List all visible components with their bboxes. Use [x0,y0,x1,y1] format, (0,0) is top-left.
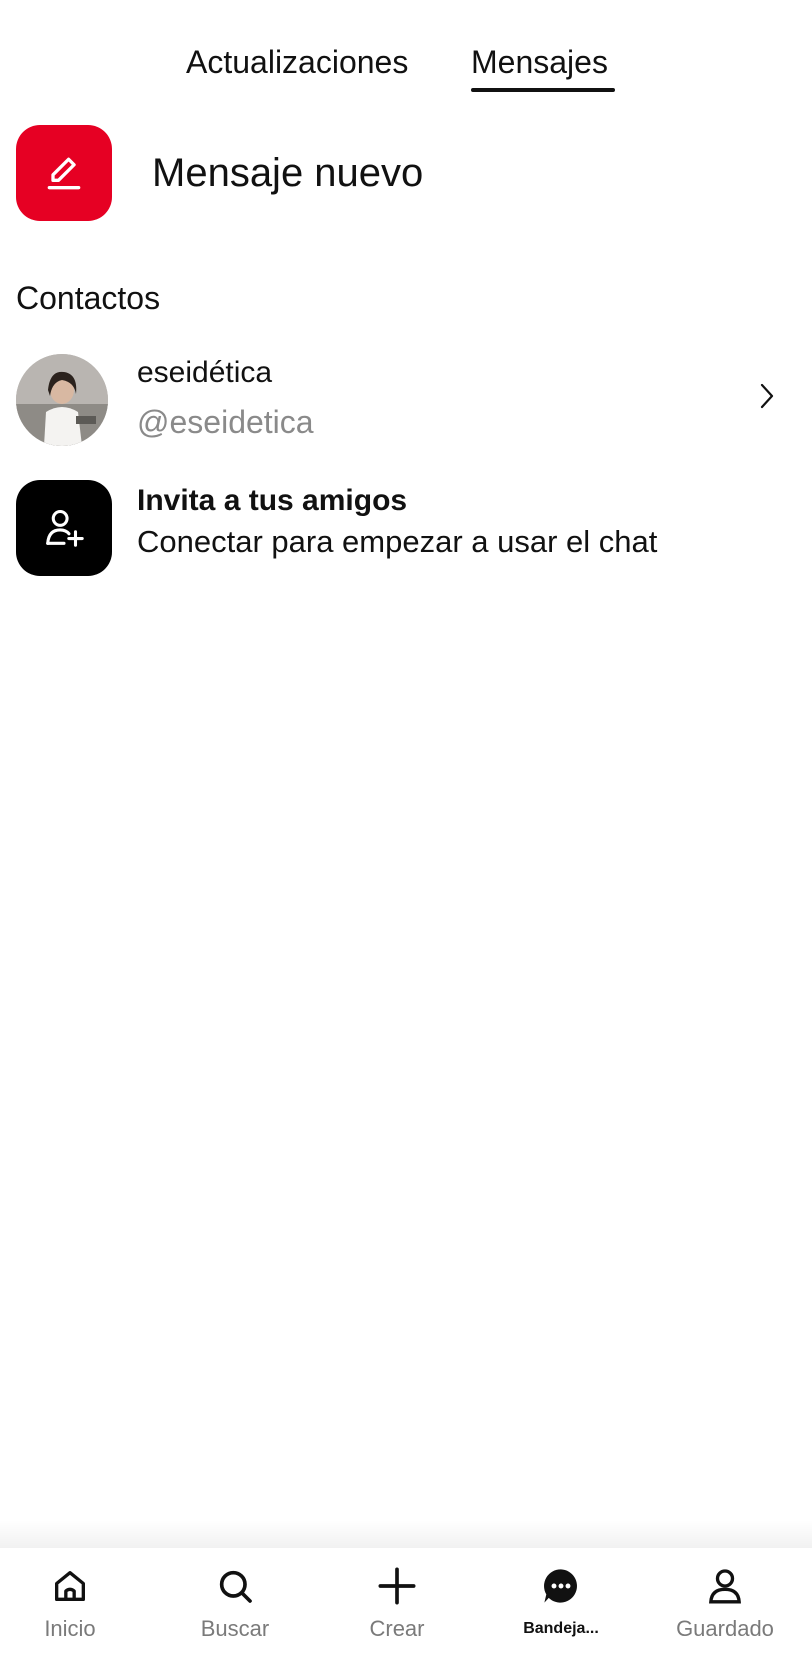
contact-name: eseidética [137,356,273,389]
invite-tile [16,480,112,576]
active-tab-underline [471,88,615,92]
pencil-icon [47,157,81,190]
nav-crear[interactable]: Crear [322,1562,472,1642]
invite-title: Invita a tus amigos [137,484,408,517]
bottom-navigation: Inicio Buscar Crear Bandeja... Guardado [0,1548,812,1658]
nav-buscar[interactable]: Buscar [160,1562,310,1642]
bottom-nav-shadow [0,1520,812,1550]
invite-subtitle: Conectar para empezar a usar el chat [137,524,658,559]
invite-friends-row[interactable]: Invita a tus amigos Conectar para empeza… [16,480,796,576]
chat-bubble-icon [544,1569,577,1603]
avatar [16,354,108,446]
nav-buscar-label: Buscar [200,1616,270,1641]
profile-icon [709,1569,741,1604]
new-message-label: Mensaje nuevo [152,150,424,195]
contacts-section-title: Contactos [16,280,161,316]
home-icon [55,1571,86,1601]
new-message-tile [16,125,112,221]
nav-bandeja-label: Bandeja... [523,1620,599,1637]
search-icon [219,1570,252,1603]
nav-inicio-label: Inicio [44,1616,96,1641]
plus-icon [378,1567,416,1605]
contact-handle: @eseidetica [137,404,314,440]
tab-actualizaciones[interactable]: Actualizaciones [186,40,408,84]
nav-bandeja[interactable]: Bandeja... [486,1562,636,1638]
new-message-button[interactable]: Mensaje nuevo [16,125,423,221]
nav-guardado-label: Guardado [676,1616,774,1641]
contact-row[interactable]: eseidética @eseidetica [16,352,796,448]
chevron-right-icon [760,383,774,409]
top-tabs: Actualizaciones Mensajes [0,40,812,100]
tab-mensajes[interactable]: Mensajes [471,40,608,84]
add-person-icon [46,509,84,547]
nav-inicio[interactable]: Inicio [0,1562,145,1642]
nav-crear-label: Crear [369,1616,425,1641]
nav-guardado[interactable]: Guardado [650,1562,800,1642]
